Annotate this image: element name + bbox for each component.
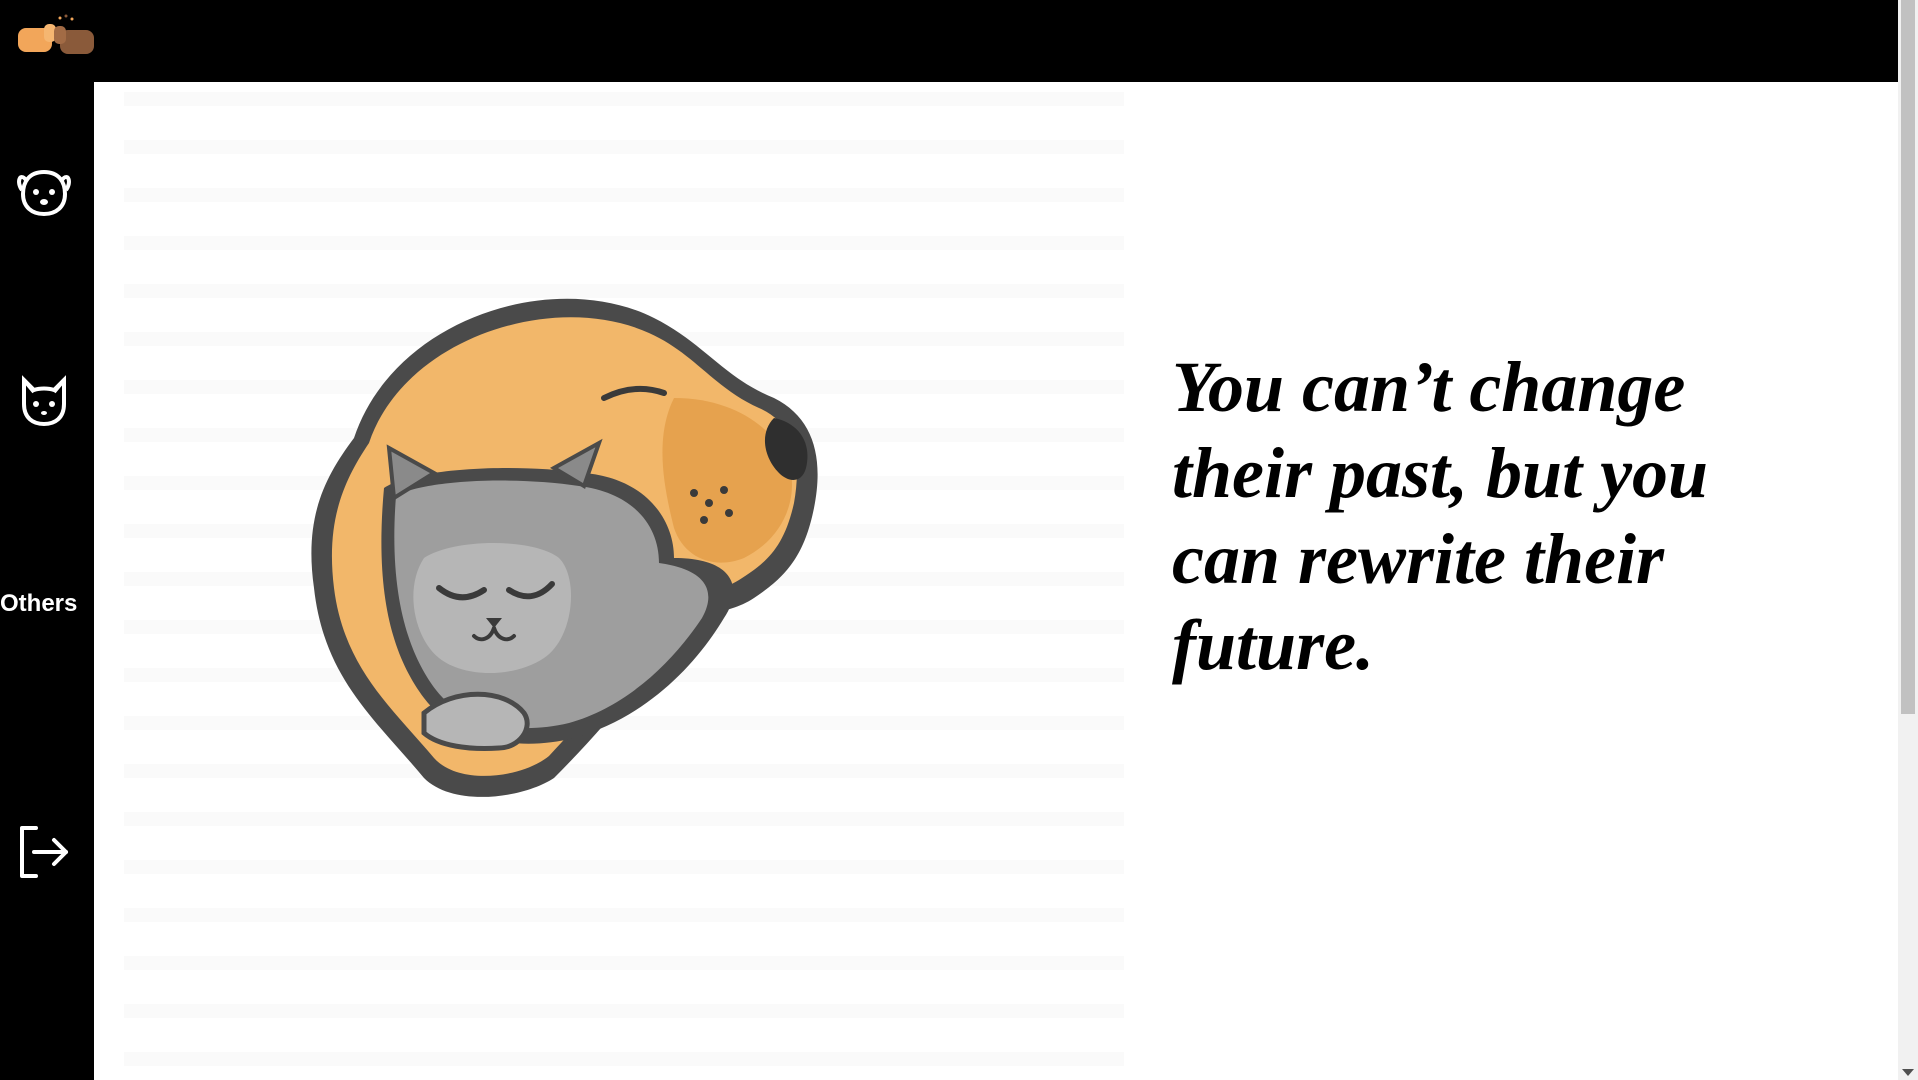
logout-icon[interactable] [14, 822, 74, 882]
sleeping-dog-and-cat-illustration [254, 258, 834, 828]
sidebar: Others [0, 82, 94, 1080]
page-scrollbar[interactable] [1898, 0, 1918, 1080]
dog-face-icon[interactable] [14, 162, 74, 222]
main-content: You can’t change their past, but you can… [94, 82, 1898, 1080]
hero-quote: You can’t change their past, but you can… [1172, 347, 1709, 685]
top-navigation-bar: Home Stories Contact [0, 0, 1898, 82]
paws-logo-icon[interactable] [14, 10, 100, 60]
sidebar-item-others[interactable]: Others [0, 590, 77, 618]
scrollbar-thumb[interactable] [1901, 0, 1915, 714]
scroll-down-arrow-icon[interactable] [1902, 1069, 1914, 1076]
nav-contact-link[interactable]: Contact [101, 0, 156, 17]
cat-face-icon[interactable] [14, 372, 74, 432]
